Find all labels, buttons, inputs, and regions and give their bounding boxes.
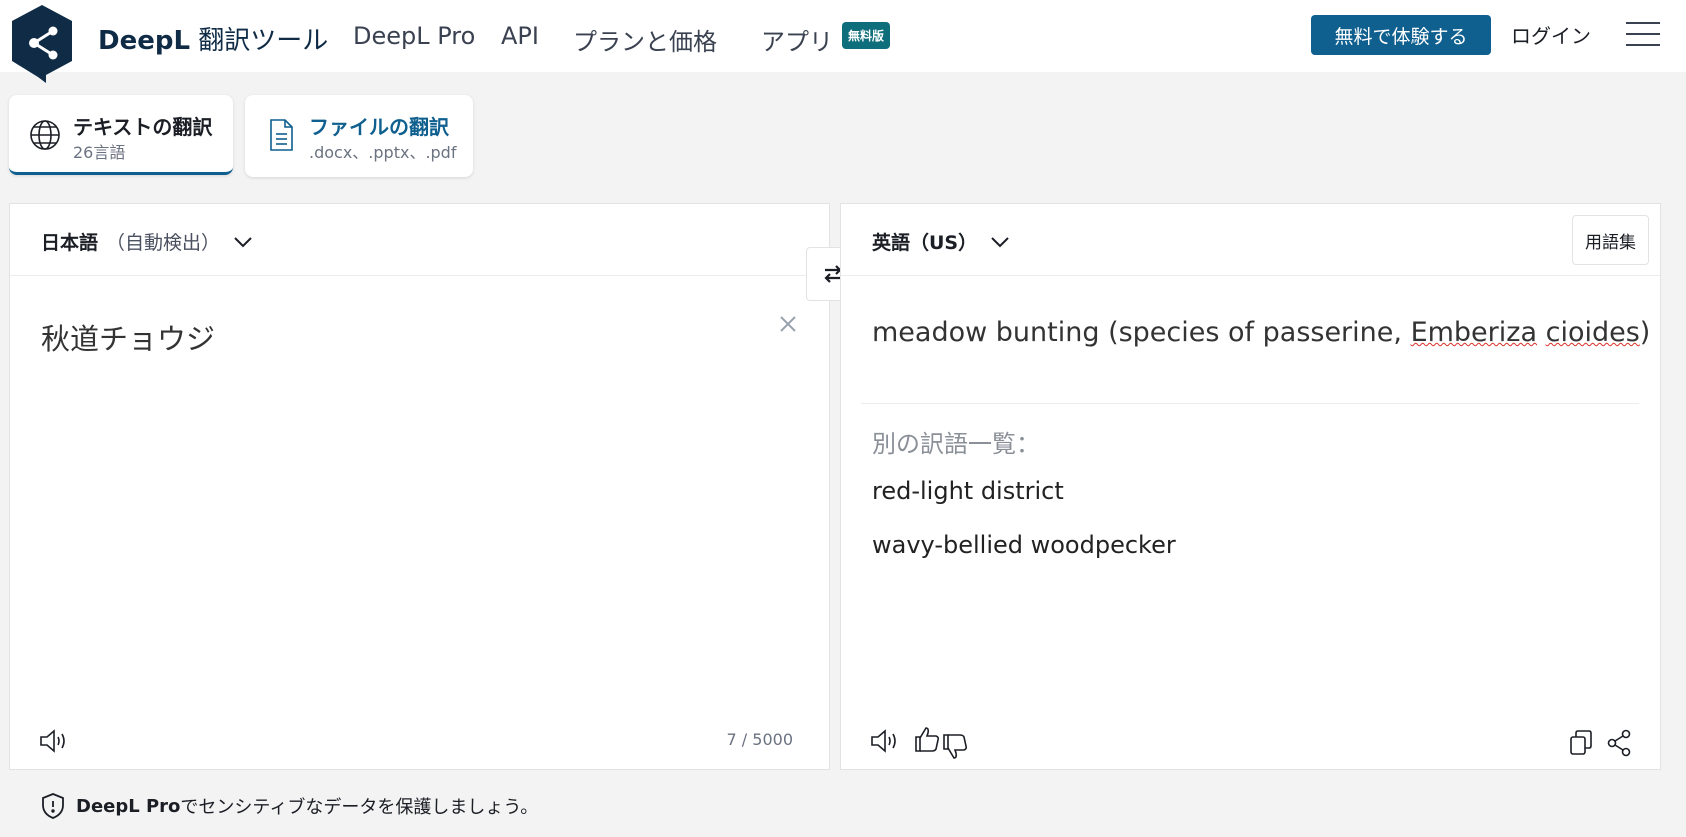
brand-name: DeepL — [98, 26, 191, 56]
tab-text-title: テキストの翻訳 — [73, 115, 213, 139]
target-language-select[interactable]: 英語（US） — [872, 228, 1011, 255]
source-text-input[interactable]: 秋道チョウジ — [41, 316, 215, 358]
nav-plans-pricing[interactable]: プランと価格 — [573, 22, 717, 57]
close-icon[interactable] — [776, 312, 800, 336]
source-panel: 日本語 （自動検出） 秋道チョウジ 7 / 5000 — [9, 203, 830, 770]
hamburger-menu-icon[interactable] — [1626, 22, 1660, 50]
source-language: 日本語 — [41, 232, 99, 254]
tab-file-translation[interactable]: ファイルの翻訳 .docx、.pptx、.pdf — [245, 95, 473, 177]
login-link[interactable]: ログイン — [1511, 20, 1591, 49]
nav-deepl-pro[interactable]: DeepL Pro — [353, 22, 475, 50]
tab-file-title: ファイルの翻訳 — [309, 115, 449, 139]
alternative-item[interactable]: wavy-bellied woodpecker — [872, 531, 1176, 559]
nav-api[interactable]: API — [501, 22, 539, 50]
copy-icon[interactable] — [1568, 729, 1594, 757]
divider — [861, 403, 1639, 404]
translation-word-flagged[interactable]: cioides — [1546, 317, 1640, 348]
character-count: 7 / 5000 — [726, 730, 793, 749]
auto-detect-label: （自動検出） — [106, 232, 221, 254]
source-panel-header: 日本語 （自動検出） — [10, 204, 829, 276]
shield-icon — [42, 793, 64, 819]
document-icon — [270, 119, 293, 151]
share-icon[interactable] — [1606, 729, 1632, 757]
free-trial-button[interactable]: 無料で体験する — [1311, 15, 1491, 55]
chevron-down-icon — [234, 236, 252, 247]
notice-brand-link[interactable]: DeepL Pro — [76, 796, 180, 817]
globe-icon — [30, 120, 60, 150]
tab-file-subtitle: .docx、.pptx、.pdf — [309, 143, 457, 162]
translation-word-flagged[interactable]: Emberiza — [1411, 317, 1537, 348]
translation-part: meadow bunting (species of passerine, — [872, 317, 1411, 348]
glossary-button[interactable]: 用語集 — [1572, 215, 1649, 265]
target-text-output[interactable]: meadow bunting (species of passerine, Em… — [872, 317, 1650, 348]
alternative-item[interactable]: red-light district — [872, 477, 1064, 505]
pro-privacy-notice: DeepL Pro でセンシティブなデータを保護しましょう。 — [40, 792, 538, 820]
tab-text-subtitle: 26言語 — [73, 143, 126, 162]
speaker-icon[interactable] — [869, 727, 899, 755]
alternatives-label: 別の訳語一覧： — [872, 430, 1040, 458]
free-version-badge: 無料版 — [842, 22, 891, 49]
notice-text: でセンシティブなデータを保護しましょう。 — [180, 797, 539, 818]
brand-suffix: 翻訳ツール — [198, 26, 329, 56]
target-language: 英語（US） — [872, 232, 978, 254]
speaker-icon[interactable] — [38, 727, 68, 755]
target-panel: 英語（US） 用語集 meadow bunting (species of pa… — [840, 203, 1661, 770]
target-panel-header: 英語（US） 用語集 — [841, 204, 1660, 276]
translation-part: ) — [1639, 317, 1651, 348]
translation-space — [1537, 317, 1546, 348]
nav-apps[interactable]: アプリ — [761, 22, 833, 57]
chevron-down-icon — [991, 236, 1009, 247]
tab-text-translation[interactable]: テキストの翻訳 26言語 — [9, 95, 233, 175]
brand-title[interactable]: DeepL 翻訳ツール — [98, 20, 328, 57]
source-language-select[interactable]: 日本語 （自動検出） — [41, 228, 254, 255]
thumbs-up-icon[interactable] — [913, 725, 941, 753]
deepl-logo-icon[interactable] — [8, 3, 76, 83]
top-header: DeepL 翻訳ツール DeepL Pro API プランと価格 アプリ 無料版… — [0, 0, 1686, 83]
thumbs-down-icon[interactable] — [941, 733, 969, 761]
